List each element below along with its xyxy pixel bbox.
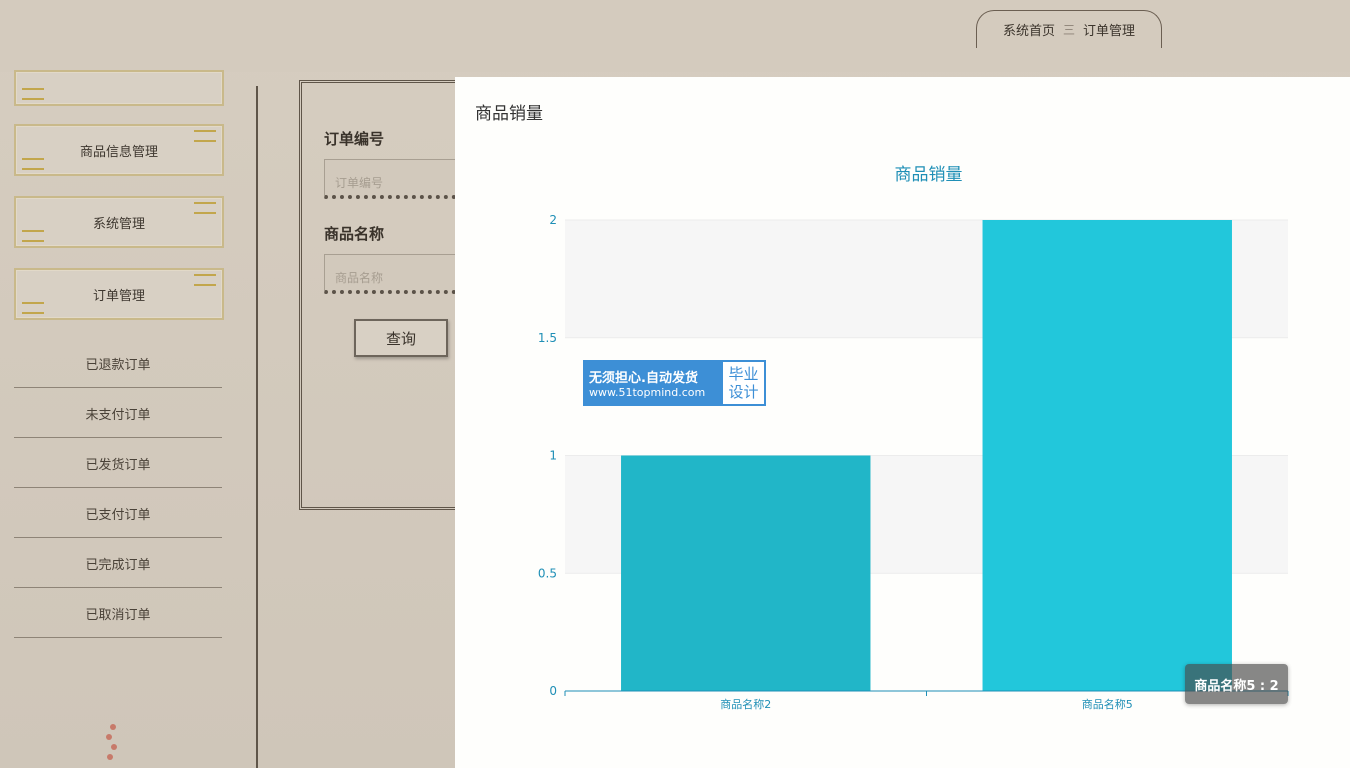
top-bar: 系统首页 三 订单管理: [0, 0, 1350, 72]
breadcrumb-separator-icon: 三: [1062, 23, 1075, 37]
sales-modal: 商品销量 0 0.5 1 1.5 2 商品销量 商品名称2 商品名称5 无须担心.自动发货 w…: [455, 77, 1350, 768]
sidebar-subitem-completed[interactable]: 已完成订单: [14, 539, 222, 588]
breadcrumb-home[interactable]: 系统首页: [1003, 20, 1055, 39]
sidebar-subitem-shipped[interactable]: 已发货订单: [14, 439, 222, 488]
watermark-badge: 无须担心.自动发货 www.51topmind.com 毕业 设计: [583, 360, 766, 406]
bar: [621, 455, 871, 691]
ornament-icon: [22, 302, 44, 314]
y-tick-label: 1: [549, 449, 557, 463]
watermark-right-bottom: 设计: [728, 383, 759, 401]
sidebar: 商品信息管理 系统管理 订单管理 已退款订单 未支付订单 已发货订单 已支付订单…: [0, 70, 258, 768]
breadcrumb-current[interactable]: 订单管理: [1083, 20, 1135, 39]
sidebar-item-system[interactable]: 系统管理: [14, 196, 224, 248]
query-button[interactable]: 查询: [354, 319, 448, 357]
sidebar-item-product-info[interactable]: 商品信息管理: [14, 124, 224, 176]
ornament-icon: [22, 158, 44, 170]
watermark-right-top: 毕业: [728, 365, 759, 383]
ornament-icon: [22, 88, 44, 100]
sidebar-subitem-refunded[interactable]: 已退款订单: [14, 339, 222, 388]
ornament-icon: [194, 202, 216, 214]
breadcrumb: 系统首页 三 订单管理: [976, 10, 1162, 48]
chart-title: 商品销量: [895, 165, 963, 185]
y-tick-label: 2: [549, 213, 557, 227]
sidebar-item-label: 系统管理: [92, 216, 145, 232]
watermark-left: 无须担心.自动发货 www.51topmind.com: [585, 362, 723, 404]
ornament-icon: [194, 130, 216, 142]
sidebar-card-partial[interactable]: [14, 70, 224, 106]
watermark-right: 毕业 设计: [723, 362, 764, 404]
order-no-label: 订单编号: [324, 130, 385, 148]
ornament-icon: [194, 274, 216, 286]
y-tick-label: 0.5: [538, 566, 557, 580]
y-tick-label: 0: [549, 684, 557, 698]
sidebar-item-orders[interactable]: 订单管理: [14, 268, 224, 320]
product-name-label: 商品名称: [324, 225, 385, 243]
sidebar-subitem-cancelled[interactable]: 已取消订单: [14, 589, 222, 638]
bar: [982, 220, 1232, 691]
watermark-line2: www.51topmind.com: [589, 386, 706, 399]
watermark-line1: 无须担心.自动发货: [589, 371, 698, 386]
sidebar-subitem-unpaid[interactable]: 未支付订单: [14, 389, 222, 438]
sidebar-item-label: 商品信息管理: [79, 144, 158, 160]
chart-tooltip: 商品名称5 : 2: [1185, 664, 1288, 704]
x-tick-label: 商品名称2: [720, 697, 771, 711]
sidebar-item-label: 订单管理: [92, 288, 145, 304]
y-tick-label: 1.5: [538, 331, 557, 345]
flower-decoration-icon: [104, 722, 118, 762]
x-tick-label: 商品名称5: [1082, 697, 1133, 711]
sidebar-subitem-paid[interactable]: 已支付订单: [14, 489, 222, 538]
ornament-icon: [22, 230, 44, 242]
